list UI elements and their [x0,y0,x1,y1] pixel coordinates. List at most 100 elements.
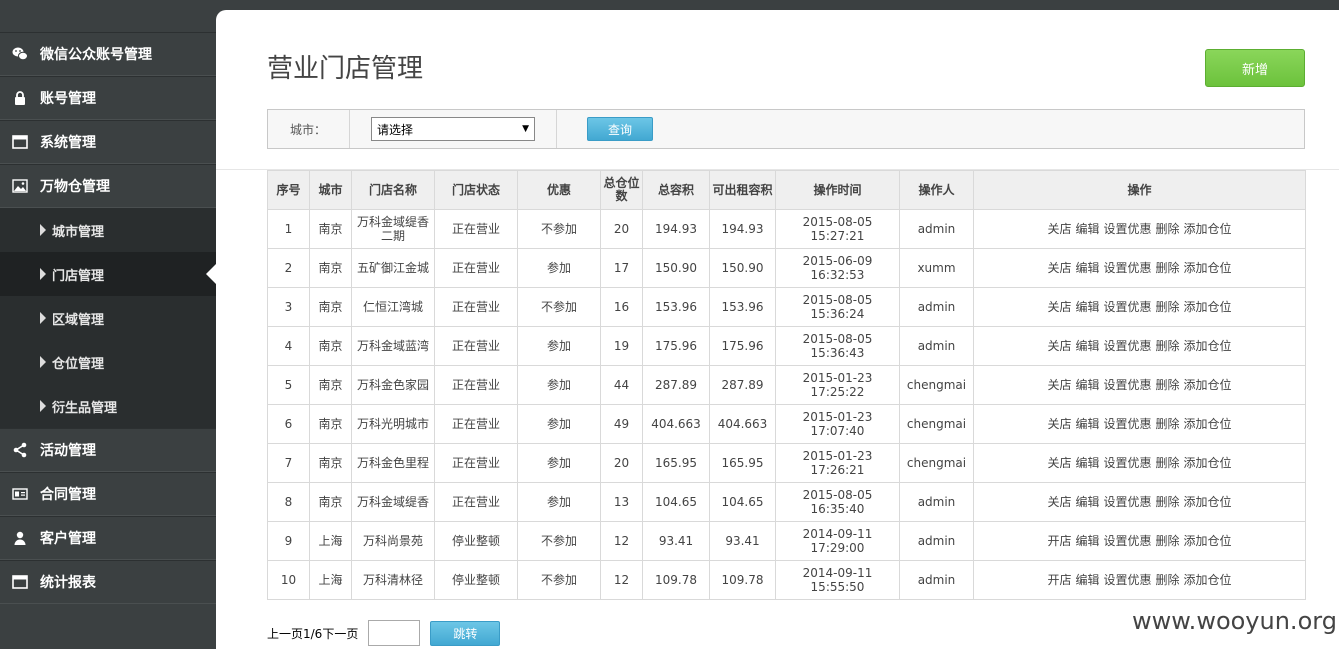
id-card-icon [0,486,40,502]
sidebar-subitem-area[interactable]: 区域管理 [0,296,216,340]
sidebar-item-activity[interactable]: 活动管理 [0,428,216,472]
sidebar-item-report[interactable]: 统计报表 [0,560,216,604]
set-promo-link[interactable]: 设置优惠 [1103,573,1151,587]
edit-link[interactable]: 编辑 [1075,222,1099,236]
cell-city: 南京 [309,404,352,444]
set-promo-link[interactable]: 设置优惠 [1103,417,1151,431]
jump-button[interactable]: 跳转 [430,620,501,646]
toggle-store-link[interactable]: 开店 [1047,573,1071,587]
sidebar-subitem-derivative[interactable]: 衍生品管理 [0,384,216,428]
table-row: 6 南京 万科光明城市 正在营业 参加 49 404.663 404.663 2015-01-2… [267,404,1306,444]
op-time: 16:35:40 [810,502,865,516]
column-header: 城市 [309,170,352,210]
edit-link[interactable]: 编辑 [1075,573,1099,587]
cell-index: 1 [267,209,310,249]
caret-right-icon [0,224,60,236]
sidebar-item-system[interactable]: 系统管理 [0,120,216,164]
delete-link[interactable]: 删除 [1156,339,1180,353]
column-header: 门店名称 [351,170,435,210]
add-slot-link[interactable]: 添加仓位 [1184,300,1232,314]
add-slot-link[interactable]: 添加仓位 [1184,495,1232,509]
add-slot-link[interactable]: 添加仓位 [1184,378,1232,392]
edit-link[interactable]: 编辑 [1075,261,1099,275]
cell-status: 正在营业 [434,482,518,522]
cell-slots: 19 [600,326,643,366]
delete-link[interactable]: 删除 [1156,495,1180,509]
store-table: 序号 城市 门店名称 门店状态 优惠 总仓位数 总容积 可出租容积 操作时间 操… [267,170,1306,600]
set-promo-link[interactable]: 设置优惠 [1103,378,1151,392]
toggle-store-link[interactable]: 关店 [1047,261,1071,275]
cell-slots: 13 [600,482,643,522]
edit-link[interactable]: 编辑 [1075,534,1099,548]
edit-link[interactable]: 编辑 [1075,300,1099,314]
table-row: 4 南京 万科金域蓝湾 正在营业 参加 19 175.96 175.96 2015-08-05 1… [267,326,1306,366]
op-date: 2015-01-23 [802,449,873,463]
page-number-input[interactable] [368,620,421,646]
query-button[interactable]: 查询 [587,117,653,141]
sidebar-subitem-slot[interactable]: 仓位管理 [0,340,216,384]
main-panel: 营业门店管理 新增 城市： 请选择 ▼ 查询 序号 城市 门店名称 门店状态 优… [216,10,1339,649]
set-promo-link[interactable]: 设置优惠 [1103,300,1151,314]
add-slot-link[interactable]: 添加仓位 [1184,573,1232,587]
cell-status: 正在营业 [434,443,518,483]
cell-actions: 关店 编辑 设置优惠 删除 添加仓位 [973,287,1306,327]
sidebar-item-warehouse[interactable]: 万物仓管理 [0,164,216,208]
city-label: 城市： [268,110,350,148]
edit-link[interactable]: 编辑 [1075,495,1099,509]
page-title: 营业门店管理 [267,54,424,84]
sidebar-item-wechat[interactable]: 微信公众账号管理 [0,32,216,76]
add-slot-link[interactable]: 添加仓位 [1184,534,1232,548]
set-promo-link[interactable]: 设置优惠 [1103,339,1151,353]
delete-link[interactable]: 删除 [1156,222,1180,236]
edit-link[interactable]: 编辑 [1075,456,1099,470]
cell-volume: 104.65 [642,482,710,522]
edit-link[interactable]: 编辑 [1075,378,1099,392]
toggle-store-link[interactable]: 关店 [1047,417,1071,431]
toggle-store-link[interactable]: 关店 [1047,378,1071,392]
toggle-store-link[interactable]: 关店 [1047,300,1071,314]
cell-volume: 287.89 [642,365,710,405]
edit-link[interactable]: 编辑 [1075,417,1099,431]
delete-link[interactable]: 删除 [1156,417,1180,431]
add-button[interactable]: 新增 [1205,49,1305,87]
caret-right-icon [0,356,60,368]
sidebar-subitem-city[interactable]: 城市管理 [0,208,216,252]
page-indicator[interactable]: 上一页1/6下一页 [267,625,358,642]
toggle-store-link[interactable]: 关店 [1047,222,1071,236]
set-promo-link[interactable]: 设置优惠 [1103,495,1151,509]
cell-city: 南京 [309,365,352,405]
delete-link[interactable]: 删除 [1156,300,1180,314]
delete-link[interactable]: 删除 [1156,573,1180,587]
cell-city: 上海 [309,560,352,600]
cell-operator: chengmai [899,365,974,405]
city-select[interactable]: 请选择 ▼ [371,117,535,141]
sidebar-subitem-store[interactable]: 门店管理 [0,252,216,296]
add-slot-link[interactable]: 添加仓位 [1184,456,1232,470]
toggle-store-link[interactable]: 开店 [1047,534,1071,548]
toggle-store-link[interactable]: 关店 [1047,456,1071,470]
edit-link[interactable]: 编辑 [1075,339,1099,353]
set-promo-link[interactable]: 设置优惠 [1103,534,1151,548]
delete-link[interactable]: 删除 [1156,261,1180,275]
toggle-store-link[interactable]: 关店 [1047,339,1071,353]
delete-link[interactable]: 删除 [1156,456,1180,470]
set-promo-link[interactable]: 设置优惠 [1103,222,1151,236]
add-slot-link[interactable]: 添加仓位 [1184,339,1232,353]
add-slot-link[interactable]: 添加仓位 [1184,261,1232,275]
cell-op-time: 2014-09-11 17:29:00 [775,521,900,561]
sidebar-item-account[interactable]: 账号管理 [0,76,216,120]
sidebar-subitem-label: 城市管理 [52,224,105,240]
add-slot-link[interactable]: 添加仓位 [1184,222,1232,236]
sidebar-item-contract[interactable]: 合同管理 [0,472,216,516]
add-slot-link[interactable]: 添加仓位 [1184,417,1232,431]
delete-link[interactable]: 删除 [1156,378,1180,392]
column-header: 优惠 [517,170,601,210]
sidebar-item-customer[interactable]: 客户管理 [0,516,216,560]
cell-slots: 17 [600,248,643,288]
set-promo-link[interactable]: 设置优惠 [1103,456,1151,470]
delete-link[interactable]: 删除 [1156,534,1180,548]
set-promo-link[interactable]: 设置优惠 [1103,261,1151,275]
toggle-store-link[interactable]: 关店 [1047,495,1071,509]
cell-actions: 开店 编辑 设置优惠 删除 添加仓位 [973,560,1306,600]
cell-slots: 20 [600,443,643,483]
